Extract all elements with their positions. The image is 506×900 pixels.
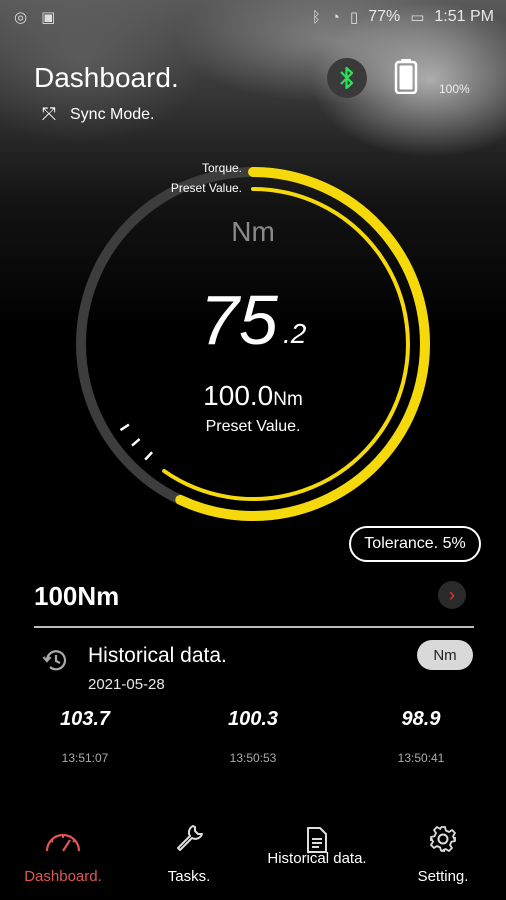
record-time: 13:50:53 [229,751,277,765]
record-value: 100.3 [227,708,279,730]
tolerance-button[interactable]: Tolerance. 5% [349,526,481,562]
nav-dashboard[interactable]: Dashboard. [8,822,118,886]
history-icon [42,650,67,671]
preset-unit: Nm [273,389,303,410]
wrench-icon [177,825,203,851]
gauge-icon [45,833,81,852]
history-record: 98.9 13:50:41 [366,708,476,765]
bottom-nav: Dashboard. Tasks. Historical data. Setti… [0,822,506,900]
divider [34,626,474,628]
nav-label: Tasks. [167,868,211,885]
nav-tasks[interactable]: Tasks. [134,822,244,886]
nav-historical[interactable]: Historical data. [262,822,372,868]
nav-label: Dashboard. [24,868,102,885]
unit-toggle[interactable]: Nm [417,640,473,670]
history-date: 2021-05-28 [88,676,165,693]
record-value: 103.7 [59,708,111,730]
torque-value: 75 [200,281,278,359]
nav-label: Historical data. [267,850,367,867]
gauge-unit: Nm [231,216,275,247]
record-value: 98.9 [401,708,441,730]
preset-arc-label: Preset Value. [170,181,242,195]
torque-arc-label: Torque. [201,161,242,175]
gear-icon [430,826,456,852]
history-record: 100.3 13:50:53 [198,708,308,765]
nav-label: Setting. [417,868,469,885]
preset-value: 100.0Nm [0,380,506,412]
torque-value-decimal: .2 [283,318,307,349]
record-time: 13:51:07 [61,751,109,765]
task-name: 100Nm [34,581,120,611]
task-next-button[interactable]: › [438,581,466,609]
record-time: 13:50:41 [397,751,445,765]
preset-caption: Preset Value. [205,418,301,435]
preset-number: 100.0 [203,380,274,411]
nav-setting[interactable]: Setting. [388,822,498,886]
history-title: Historical data. [88,644,227,667]
chevron-right-icon: › [449,584,455,605]
history-record: 103.7 13:51:07 [30,708,140,765]
